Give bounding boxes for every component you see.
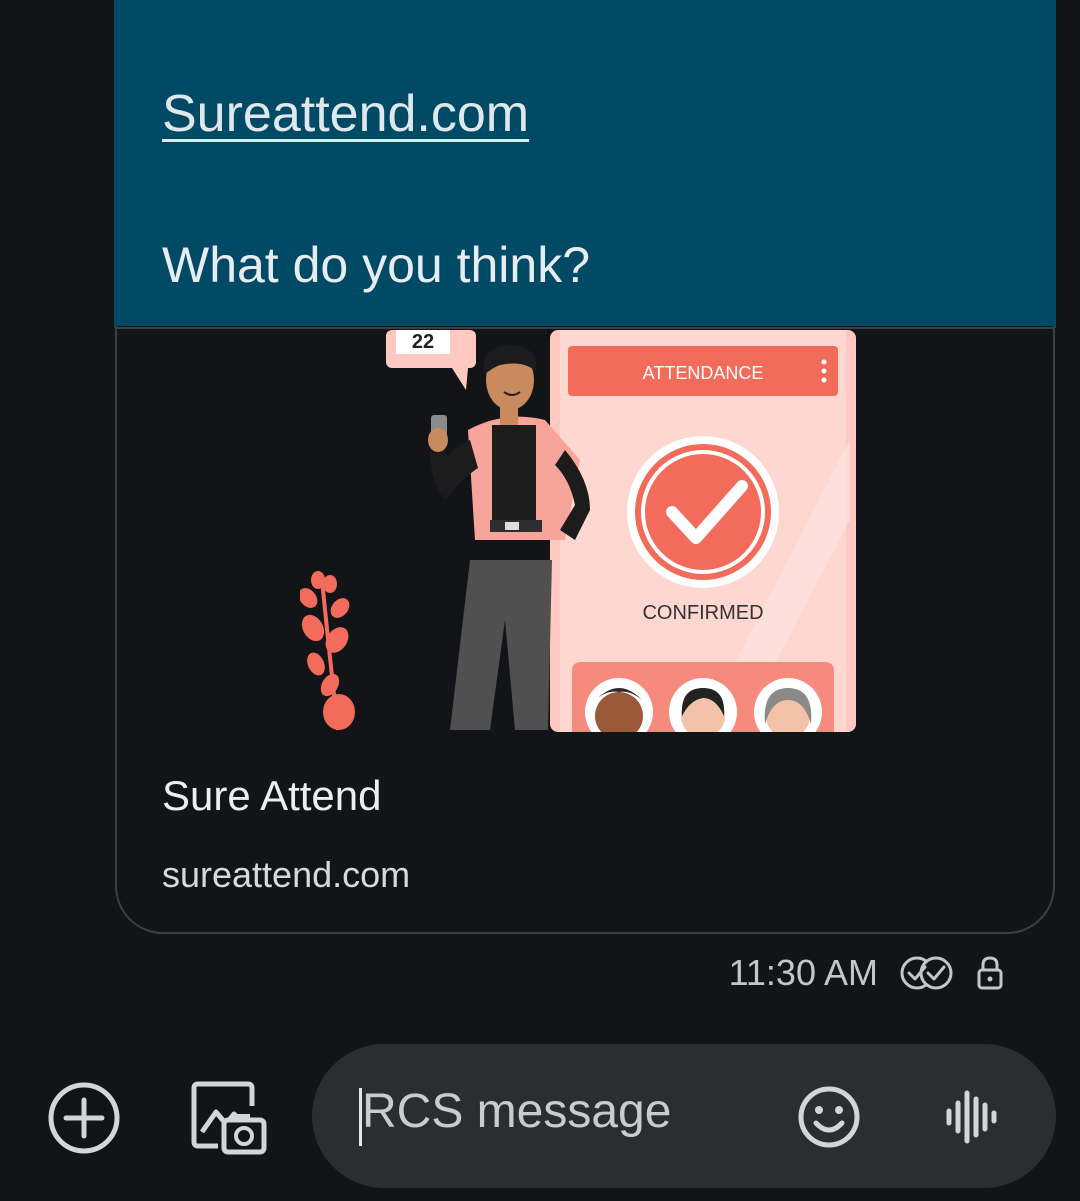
add-attachment-button[interactable] [44, 1078, 124, 1158]
link-preview-title[interactable]: Sure Attend [162, 772, 382, 820]
emoji-button[interactable] [794, 1082, 864, 1152]
emoji-icon [798, 1086, 860, 1148]
voice-message-button[interactable] [938, 1084, 1004, 1150]
message-input[interactable]: RCS message [362, 1084, 671, 1139]
calendar-bubble: 22 [386, 330, 476, 390]
gallery-button[interactable] [186, 1078, 270, 1158]
card-divider [115, 327, 1055, 329]
plant-illustration [300, 571, 355, 731]
link-preview-domain: sureattend.com [162, 854, 411, 895]
svg-text:CONFIRMED: CONFIRMED [642, 602, 763, 624]
gallery-camera-icon [191, 1081, 267, 1155]
svg-text:22: 22 [412, 331, 434, 353]
svg-text:ATTENDANCE: ATTENDANCE [643, 363, 764, 383]
add-circle-icon [48, 1082, 120, 1154]
message-text: What do you think? [162, 237, 591, 293]
message-time: 11:30 AM [728, 952, 878, 993]
double-check-icon [900, 956, 953, 990]
link-preview-image[interactable]: 22 ATTENDANCE CONFIRMED [300, 330, 860, 732]
message-link[interactable]: Sureattend.com [162, 84, 529, 144]
voice-waveform-icon [946, 1090, 997, 1144]
lock-icon [977, 956, 1003, 990]
message-meta: 11:30 AM [729, 948, 1004, 998]
phone-illustration: ATTENDANCE CONFIRMED [550, 330, 856, 732]
